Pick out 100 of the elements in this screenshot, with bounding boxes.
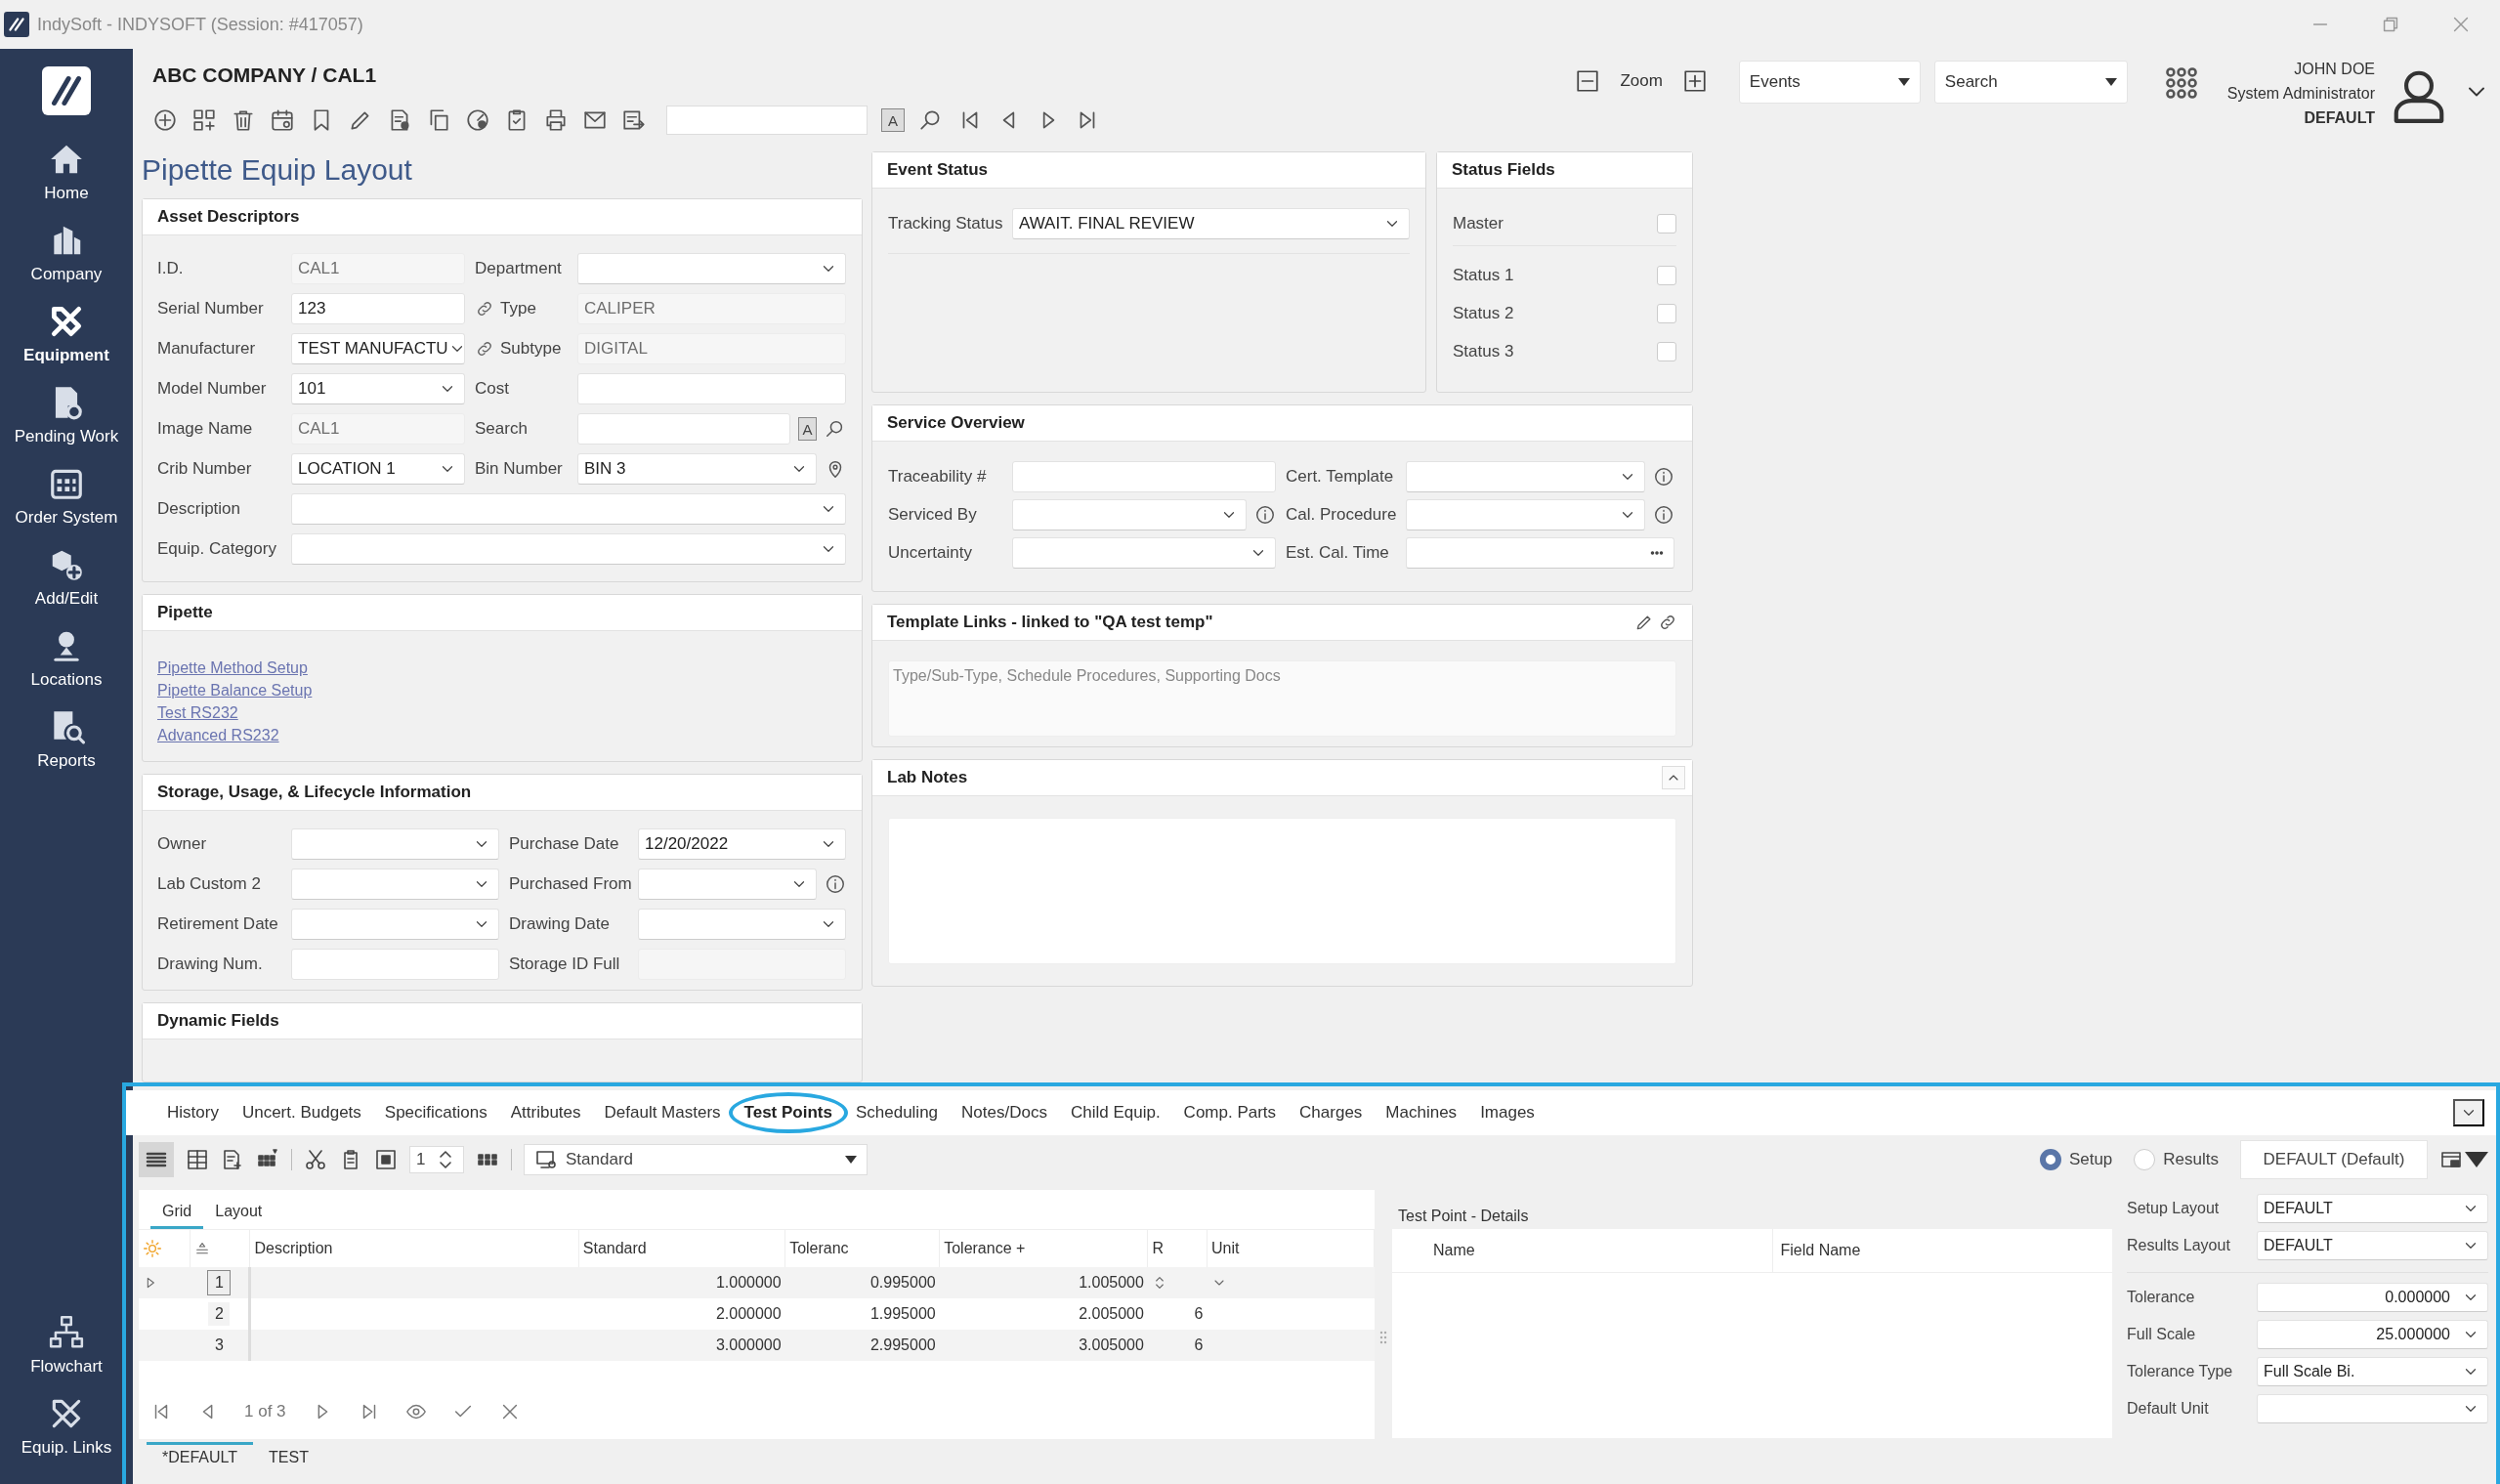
- row-number[interactable]: 2: [208, 1302, 231, 1326]
- input-field[interactable]: CAL1: [291, 253, 465, 284]
- dropdown[interactable]: Full Scale Bi.: [2257, 1357, 2488, 1386]
- dropdown[interactable]: TEST MANUFACTU: [291, 333, 465, 364]
- calendar-icon[interactable]: [270, 107, 295, 133]
- splitter-handle-icon[interactable]: [1379, 1330, 1387, 1344]
- tab[interactable]: Scheduling: [843, 1090, 951, 1135]
- input-field[interactable]: [1012, 461, 1276, 492]
- input-field[interactable]: DIGITAL: [577, 333, 846, 364]
- collapse-button[interactable]: [2453, 1099, 2484, 1126]
- input-field[interactable]: 123: [291, 293, 465, 324]
- field-label: Crib Number: [157, 459, 253, 479]
- link-icon[interactable]: [1658, 613, 1677, 632]
- tab[interactable]: Default Masters: [592, 1090, 733, 1135]
- dropdown[interactable]: 25.000000: [2257, 1320, 2488, 1349]
- add-icon[interactable]: [152, 107, 178, 133]
- field-label: Manufacturer: [157, 339, 257, 359]
- layout-select[interactable]: DEFAULT (Default): [2240, 1140, 2428, 1179]
- gauge-icon[interactable]: [465, 107, 490, 133]
- info-icon[interactable]: [825, 873, 846, 895]
- print-icon[interactable]: [543, 107, 569, 133]
- checkbox[interactable]: [1657, 214, 1676, 233]
- tab[interactable]: Notes/Docs: [950, 1090, 1059, 1135]
- tab[interactable]: Layout: [203, 1203, 275, 1229]
- dropdown[interactable]: 101: [291, 373, 465, 404]
- radio-option[interactable]: Results: [2134, 1149, 2219, 1170]
- info-icon[interactable]: [1254, 504, 1276, 526]
- nav-item[interactable]: Equip. Links: [21, 1395, 112, 1476]
- zoom-in-icon[interactable]: [1681, 68, 1708, 94]
- search-dropdown[interactable]: Search: [1933, 61, 2128, 104]
- link-icon[interactable]: [475, 339, 494, 359]
- checkbox[interactable]: [1657, 303, 1676, 323]
- tab[interactable]: Grid: [150, 1203, 204, 1229]
- match-case-button[interactable]: A: [881, 108, 905, 132]
- dropdown[interactable]: BIN 3: [577, 453, 817, 485]
- dropdown[interactable]: LOCATION 1: [291, 453, 465, 485]
- tab[interactable]: Attributes: [498, 1090, 593, 1135]
- nav-item[interactable]: Equipment: [23, 303, 109, 384]
- document-plus-icon[interactable]: [221, 1148, 244, 1171]
- input-field[interactable]: CALIPER: [577, 293, 846, 324]
- column-header[interactable]: Name: [1431, 1229, 1772, 1272]
- view-dropdown[interactable]: Standard: [524, 1144, 868, 1175]
- nav-item[interactable]: Order System: [15, 465, 118, 546]
- nav-item[interactable]: Locations: [30, 627, 103, 708]
- tab[interactable]: Machines: [1374, 1090, 1469, 1135]
- tab[interactable]: Specifications: [372, 1090, 499, 1135]
- text-area[interactable]: Type/Sub-Type, Schedule Procedures, Supporting Docs: [888, 660, 1676, 737]
- events-dropdown[interactable]: Events: [1738, 61, 1921, 104]
- squares-plus-icon[interactable]: [191, 107, 217, 133]
- link[interactable]: Test RS232: [157, 701, 238, 724]
- tab[interactable]: Images: [1468, 1090, 1547, 1135]
- link-icon[interactable]: [475, 299, 494, 318]
- dropdown[interactable]: 12/20/2022: [638, 828, 846, 860]
- nav-item[interactable]: Flowchart: [30, 1314, 103, 1395]
- nav-item[interactable]: Home: [44, 141, 89, 222]
- delete-icon[interactable]: [231, 107, 256, 133]
- link[interactable]: Pipette Balance Setup: [157, 679, 313, 701]
- spin-field[interactable]: 1: [409, 1146, 464, 1173]
- radio-option[interactable]: Setup: [2039, 1149, 2113, 1170]
- tab[interactable]: Child Equip.: [1058, 1090, 1172, 1135]
- link[interactable]: Advanced RS232: [157, 724, 279, 746]
- table-view-icon[interactable]: [186, 1148, 209, 1171]
- tab[interactable]: TEST: [253, 1441, 324, 1470]
- row-number[interactable]: 1: [207, 1270, 232, 1295]
- tab[interactable]: Test Points: [732, 1090, 844, 1135]
- link[interactable]: Pipette Method Setup: [157, 657, 308, 679]
- export-icon[interactable]: [621, 107, 647, 133]
- column-header[interactable]: Field Name: [1771, 1229, 2112, 1272]
- search-field[interactable]: [577, 413, 790, 445]
- zoom-out-icon[interactable]: [1575, 68, 1601, 94]
- input-field[interactable]: [291, 949, 499, 980]
- window-icon[interactable]: [374, 1148, 398, 1171]
- cut-icon[interactable]: [304, 1148, 327, 1171]
- logo-icon[interactable]: [42, 66, 91, 115]
- nav-item[interactable]: Add/Edit: [34, 546, 99, 627]
- match-case-button[interactable]: A: [797, 417, 817, 441]
- checkbox[interactable]: [1657, 265, 1676, 285]
- input-field[interactable]: CAL1: [291, 413, 465, 445]
- dropdown[interactable]: AWAIT. FINAL REVIEW: [1012, 208, 1410, 239]
- panel-title: Asset Descriptors: [157, 207, 300, 227]
- table-cell: 3.000000: [578, 1330, 785, 1361]
- nav-item[interactable]: Pending Work: [14, 384, 119, 465]
- checkbox[interactable]: [1657, 341, 1676, 361]
- dropdown[interactable]: 0.000000: [2257, 1283, 2488, 1312]
- info-icon[interactable]: [1653, 466, 1674, 488]
- input-field[interactable]: [1406, 537, 1674, 569]
- tab[interactable]: *DEFAULT: [147, 1441, 254, 1470]
- input-field[interactable]: [577, 373, 846, 404]
- list-view-icon[interactable]: [139, 1142, 174, 1177]
- tab[interactable]: Comp. Parts: [1171, 1090, 1289, 1135]
- tab[interactable]: Uncert. Budgets: [230, 1090, 373, 1135]
- tab[interactable]: Charges: [1288, 1090, 1375, 1135]
- dropdown[interactable]: DEFAULT: [2257, 1194, 2488, 1223]
- nav-item[interactable]: Company: [30, 222, 103, 303]
- search-field[interactable]: [666, 106, 868, 135]
- dropdown[interactable]: DEFAULT: [2257, 1231, 2488, 1260]
- tab[interactable]: History: [155, 1090, 231, 1135]
- nav-item[interactable]: Reports: [37, 708, 96, 789]
- sort-icon[interactable]: [193, 1241, 210, 1256]
- info-icon[interactable]: [1653, 504, 1674, 526]
